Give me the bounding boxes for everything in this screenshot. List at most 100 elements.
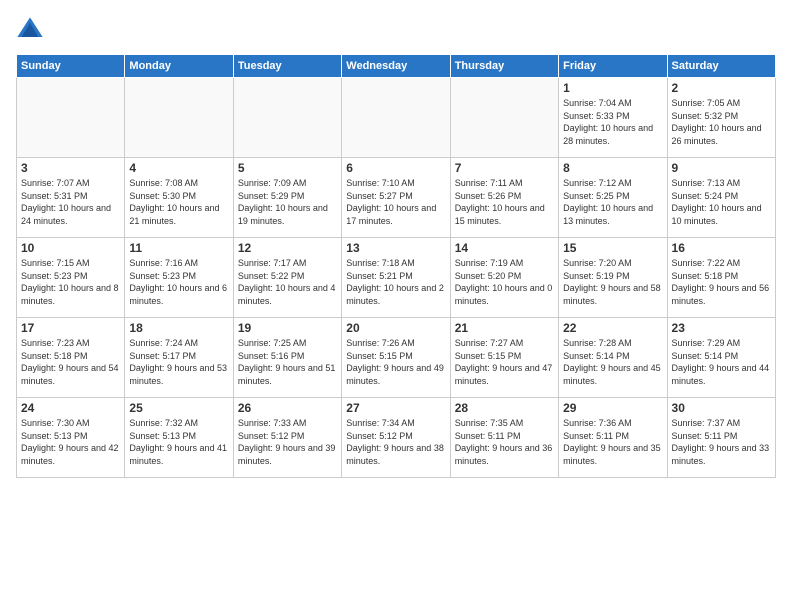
day-cell: 7 Sunrise: 7:11 AM Sunset: 5:26 PM Daylig… [450,158,558,238]
weekday-header-row: SundayMondayTuesdayWednesdayThursdayFrid… [17,55,776,78]
day-info: Sunrise: 7:32 AM Sunset: 5:13 PM Dayligh… [129,417,228,467]
weekday-header-friday: Friday [559,55,667,78]
day-info: Sunrise: 7:09 AM Sunset: 5:29 PM Dayligh… [238,177,337,227]
day-number: 26 [238,401,337,415]
weekday-header-wednesday: Wednesday [342,55,450,78]
day-cell: 26 Sunrise: 7:33 AM Sunset: 5:12 PM Dayli… [233,398,341,478]
day-number: 23 [672,321,771,335]
day-info: Sunrise: 7:16 AM Sunset: 5:23 PM Dayligh… [129,257,228,307]
day-cell [125,78,233,158]
day-cell: 29 Sunrise: 7:36 AM Sunset: 5:11 PM Dayli… [559,398,667,478]
day-cell: 3 Sunrise: 7:07 AM Sunset: 5:31 PM Daylig… [17,158,125,238]
day-cell: 6 Sunrise: 7:10 AM Sunset: 5:27 PM Daylig… [342,158,450,238]
day-cell: 30 Sunrise: 7:37 AM Sunset: 5:11 PM Dayli… [667,398,775,478]
weekday-header-saturday: Saturday [667,55,775,78]
day-number: 5 [238,161,337,175]
day-cell: 13 Sunrise: 7:18 AM Sunset: 5:21 PM Dayli… [342,238,450,318]
weekday-header-tuesday: Tuesday [233,55,341,78]
day-cell: 14Sunrise: 7:19 AM Sunset: 5:20 PM Dayli… [450,238,558,318]
day-cell: 12 Sunrise: 7:17 AM Sunset: 5:22 PM Dayli… [233,238,341,318]
day-cell: 18 Sunrise: 7:24 AM Sunset: 5:17 PM Dayli… [125,318,233,398]
day-number: 11 [129,241,228,255]
day-number: 13 [346,241,445,255]
day-cell [450,78,558,158]
logo [16,16,48,44]
day-info: Sunrise: 7:22 AM Sunset: 5:18 PM Dayligh… [672,257,771,307]
day-info: Sunrise: 7:07 AM Sunset: 5:31 PM Dayligh… [21,177,120,227]
day-cell [233,78,341,158]
day-cell: 22 Sunrise: 7:28 AM Sunset: 5:14 PM Dayli… [559,318,667,398]
day-number: 10 [21,241,120,255]
week-row-4: 17 Sunrise: 7:23 AM Sunset: 5:18 PM Dayli… [17,318,776,398]
day-cell: 15Sunrise: 7:20 AM Sunset: 5:19 PM Dayli… [559,238,667,318]
week-row-1: 1 Sunrise: 7:04 AM Sunset: 5:33 PM Daylig… [17,78,776,158]
day-number: 16 [672,241,771,255]
day-number: 9 [672,161,771,175]
day-info: Sunrise: 7:15 AM Sunset: 5:23 PM Dayligh… [21,257,120,307]
weekday-header-monday: Monday [125,55,233,78]
day-number: 27 [346,401,445,415]
day-cell [17,78,125,158]
day-number: 7 [455,161,554,175]
day-info: Sunrise: 7:37 AM Sunset: 5:11 PM Dayligh… [672,417,771,467]
day-info: Sunrise: 7:11 AM Sunset: 5:26 PM Dayligh… [455,177,554,227]
day-cell: 24Sunrise: 7:30 AM Sunset: 5:13 PM Dayli… [17,398,125,478]
day-number: 6 [346,161,445,175]
day-cell: 21 Sunrise: 7:27 AM Sunset: 5:15 PM Dayli… [450,318,558,398]
day-info: Sunrise: 7:13 AM Sunset: 5:24 PM Dayligh… [672,177,771,227]
day-cell: 10 Sunrise: 7:15 AM Sunset: 5:23 PM Dayli… [17,238,125,318]
day-number: 18 [129,321,228,335]
header [16,16,776,44]
day-number: 21 [455,321,554,335]
day-info: Sunrise: 7:28 AM Sunset: 5:14 PM Dayligh… [563,337,662,387]
day-number: 29 [563,401,662,415]
day-cell: 16 Sunrise: 7:22 AM Sunset: 5:18 PM Dayli… [667,238,775,318]
day-info: Sunrise: 7:18 AM Sunset: 5:21 PM Dayligh… [346,257,445,307]
day-info: Sunrise: 7:20 AM Sunset: 5:19 PM Dayligh… [563,257,662,307]
day-number: 22 [563,321,662,335]
week-row-3: 10 Sunrise: 7:15 AM Sunset: 5:23 PM Dayli… [17,238,776,318]
week-row-5: 24Sunrise: 7:30 AM Sunset: 5:13 PM Dayli… [17,398,776,478]
day-number: 2 [672,81,771,95]
day-number: 1 [563,81,662,95]
day-cell [342,78,450,158]
day-number: 19 [238,321,337,335]
logo-icon [16,16,44,44]
page: SundayMondayTuesdayWednesdayThursdayFrid… [0,0,792,612]
day-number: 4 [129,161,228,175]
day-info: Sunrise: 7:27 AM Sunset: 5:15 PM Dayligh… [455,337,554,387]
day-info: Sunrise: 7:29 AM Sunset: 5:14 PM Dayligh… [672,337,771,387]
day-info: Sunrise: 7:10 AM Sunset: 5:27 PM Dayligh… [346,177,445,227]
day-cell: 5 Sunrise: 7:09 AM Sunset: 5:29 PM Daylig… [233,158,341,238]
day-cell: 25 Sunrise: 7:32 AM Sunset: 5:13 PM Dayli… [125,398,233,478]
day-cell: 9 Sunrise: 7:13 AM Sunset: 5:24 PM Daylig… [667,158,775,238]
day-cell: 2 Sunrise: 7:05 AM Sunset: 5:32 PM Daylig… [667,78,775,158]
day-info: Sunrise: 7:23 AM Sunset: 5:18 PM Dayligh… [21,337,120,387]
day-cell: 8 Sunrise: 7:12 AM Sunset: 5:25 PM Daylig… [559,158,667,238]
day-cell: 17 Sunrise: 7:23 AM Sunset: 5:18 PM Dayli… [17,318,125,398]
day-number: 25 [129,401,228,415]
day-number: 12 [238,241,337,255]
day-info: Sunrise: 7:33 AM Sunset: 5:12 PM Dayligh… [238,417,337,467]
day-info: Sunrise: 7:34 AM Sunset: 5:12 PM Dayligh… [346,417,445,467]
day-info: Sunrise: 7:24 AM Sunset: 5:17 PM Dayligh… [129,337,228,387]
day-number: 3 [21,161,120,175]
day-info: Sunrise: 7:12 AM Sunset: 5:25 PM Dayligh… [563,177,662,227]
day-info: Sunrise: 7:05 AM Sunset: 5:32 PM Dayligh… [672,97,771,147]
day-cell: 20Sunrise: 7:26 AM Sunset: 5:15 PM Dayli… [342,318,450,398]
day-info: Sunrise: 7:04 AM Sunset: 5:33 PM Dayligh… [563,97,662,147]
day-number: 8 [563,161,662,175]
day-cell: 11 Sunrise: 7:16 AM Sunset: 5:23 PM Dayli… [125,238,233,318]
weekday-header-thursday: Thursday [450,55,558,78]
day-info: Sunrise: 7:17 AM Sunset: 5:22 PM Dayligh… [238,257,337,307]
day-number: 17 [21,321,120,335]
day-number: 20 [346,321,445,335]
day-info: Sunrise: 7:19 AM Sunset: 5:20 PM Dayligh… [455,257,554,307]
day-info: Sunrise: 7:30 AM Sunset: 5:13 PM Dayligh… [21,417,120,467]
weekday-header-sunday: Sunday [17,55,125,78]
calendar-table: SundayMondayTuesdayWednesdayThursdayFrid… [16,54,776,478]
day-info: Sunrise: 7:36 AM Sunset: 5:11 PM Dayligh… [563,417,662,467]
day-cell: 27 Sunrise: 7:34 AM Sunset: 5:12 PM Dayli… [342,398,450,478]
day-number: 30 [672,401,771,415]
day-info: Sunrise: 7:25 AM Sunset: 5:16 PM Dayligh… [238,337,337,387]
